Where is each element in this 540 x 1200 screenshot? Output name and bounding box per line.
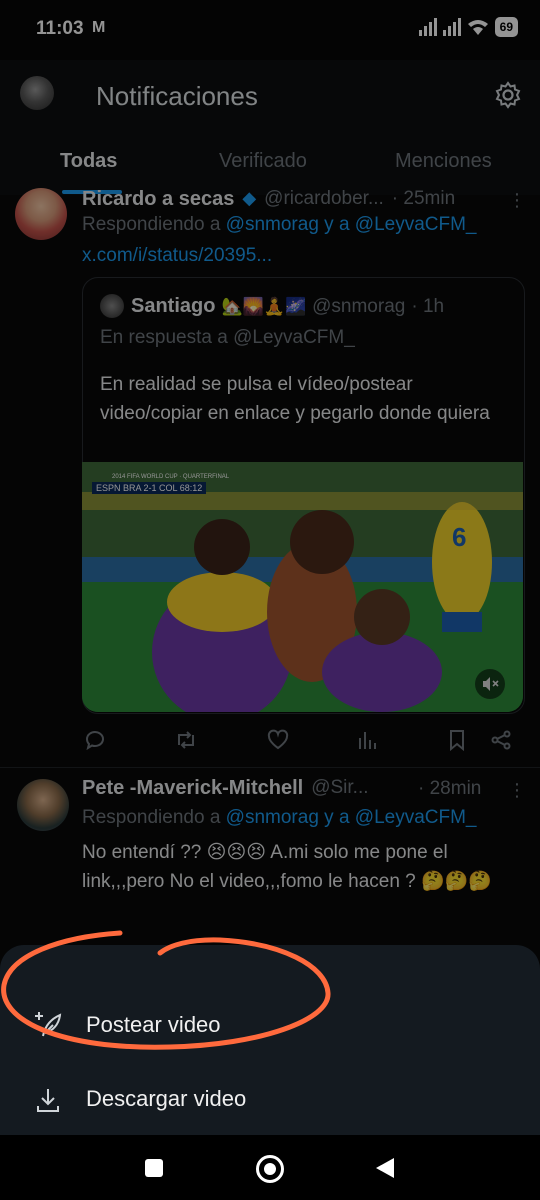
home-button[interactable]: [256, 1155, 284, 1183]
recents-button[interactable]: [145, 1159, 163, 1177]
download-icon: [37, 1089, 59, 1112]
annotation-circle: [1, 930, 331, 1050]
download-video-option[interactable]: Descargar video: [86, 1086, 246, 1112]
back-button-icon[interactable]: [374, 1156, 396, 1180]
